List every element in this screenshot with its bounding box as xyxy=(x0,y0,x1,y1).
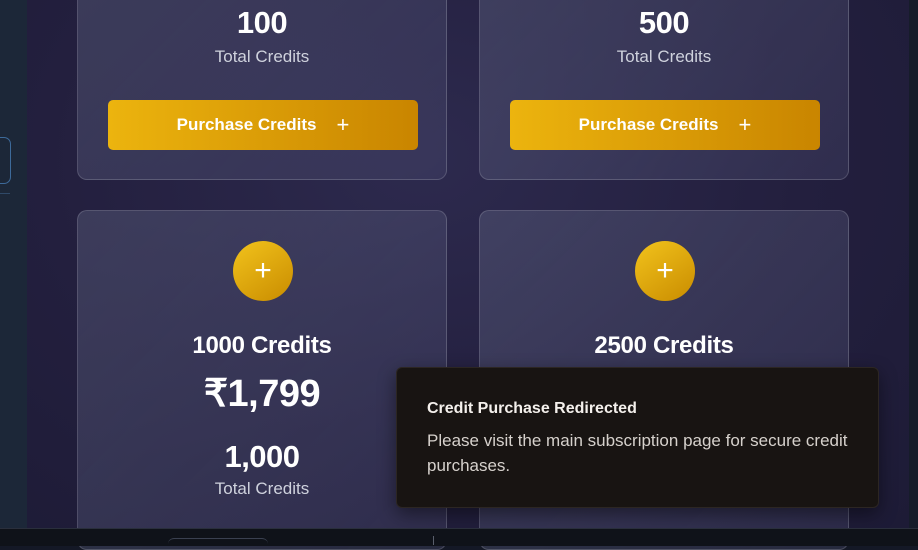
sidebar-divider xyxy=(0,193,10,194)
toast-notification[interactable]: Credit Purchase Redirected Please visit … xyxy=(396,367,879,508)
bottom-separator xyxy=(433,536,434,545)
purchase-credits-button-label: Purchase Credits xyxy=(176,115,317,134)
package-total-label: Total Credits xyxy=(214,479,310,498)
credit-package-card-100: 100 Total Credits Purchase Credits + xyxy=(77,0,447,180)
right-scroll-strip xyxy=(909,0,918,528)
purchase-credits-button-label: Purchase Credits xyxy=(578,115,719,134)
credit-package-card-1000: + 1000 Credits ₹1,799 1,000 Total Credit… xyxy=(77,210,447,550)
plus-icon: + xyxy=(233,241,293,301)
left-sidebar xyxy=(0,0,28,528)
bottom-taskbar xyxy=(0,528,918,546)
credit-package-card-500: 500 Total Credits Purchase Credits + xyxy=(479,0,849,180)
purchase-credits-button[interactable]: Purchase Credits + xyxy=(510,100,820,150)
plus-icon: + xyxy=(336,112,350,137)
package-total: 500 xyxy=(638,5,690,40)
plus-icon: + xyxy=(738,112,752,137)
package-price: ₹1,799 xyxy=(203,373,321,415)
package-total-label: Total Credits xyxy=(214,47,310,66)
package-total: 1,000 xyxy=(224,439,300,474)
package-total: 100 xyxy=(236,5,288,40)
package-total-label: Total Credits xyxy=(616,47,712,66)
plus-icon: + xyxy=(635,241,695,301)
sidebar-collapsed-tab[interactable] xyxy=(0,137,11,184)
purchase-credits-button[interactable]: Purchase Credits + xyxy=(108,100,418,150)
toast-description: Please visit the main subscription page … xyxy=(427,431,848,475)
package-title: 2500 Credits xyxy=(594,332,734,359)
toast-title: Credit Purchase Redirected xyxy=(427,400,637,417)
package-title: 1000 Credits xyxy=(192,332,332,359)
